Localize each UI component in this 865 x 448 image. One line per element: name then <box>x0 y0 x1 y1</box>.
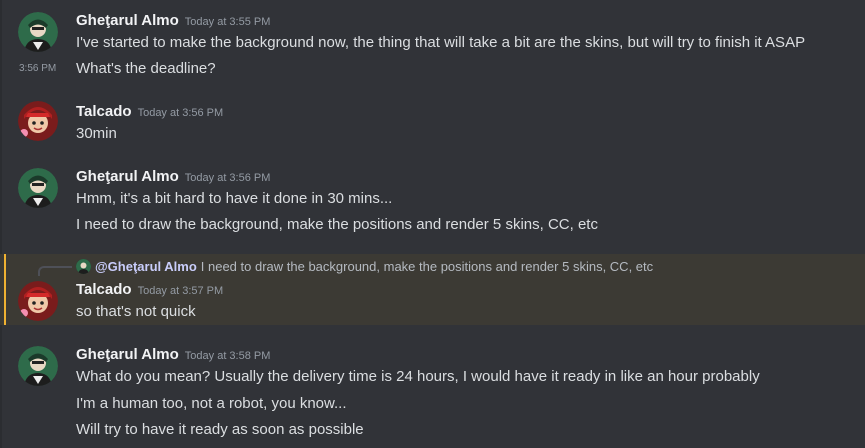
reply-accent-bar <box>4 254 6 325</box>
timestamp[interactable]: Today at 3:55 PM <box>185 16 271 28</box>
username[interactable]: Gheţarul Almo <box>76 346 179 363</box>
message-text: What do you mean? Usually the delivery t… <box>76 368 760 385</box>
message-text: I need to draw the background, make the … <box>76 216 598 233</box>
message-header: Gheţarul Almo Today at 3:58 PM <box>76 346 270 364</box>
reply-mention[interactable]: @Gheţarul Almo <box>95 259 197 274</box>
timestamp[interactable]: Today at 3:56 PM <box>185 172 271 184</box>
left-edge <box>0 0 2 448</box>
username[interactable]: Gheţarul Almo <box>76 12 179 29</box>
timestamp[interactable]: Today at 3:57 PM <box>138 285 224 297</box>
avatar[interactable] <box>18 101 58 141</box>
message-header: Talcado Today at 3:57 PM <box>76 281 223 299</box>
reply-avatar <box>76 259 91 274</box>
message-text: I've started to make the background now,… <box>76 34 806 51</box>
message-header: Talcado Today at 3:56 PM <box>76 103 223 121</box>
reply-spine <box>38 266 72 276</box>
message-header: Gheţarul Almo Today at 3:55 PM <box>76 12 270 30</box>
message-text: Hmm, it's a bit hard to have it done in … <box>76 190 393 207</box>
hover-timestamp[interactable]: 3:56 PM <box>19 63 56 74</box>
reply-reference[interactable]: @Gheţarul Almo I need to draw the backgro… <box>76 259 653 274</box>
username[interactable]: Talcado <box>76 103 132 120</box>
message-text: I'm a human too, not a robot, you know..… <box>76 395 347 412</box>
avatar[interactable] <box>18 168 58 208</box>
message-text: so that's not quick <box>76 303 196 320</box>
timestamp[interactable]: Today at 3:58 PM <box>185 350 271 362</box>
message-text: What's the deadline? <box>76 60 216 77</box>
username[interactable]: Gheţarul Almo <box>76 168 179 185</box>
avatar[interactable] <box>18 281 58 321</box>
message-header: Gheţarul Almo Today at 3:56 PM <box>76 168 270 186</box>
message-text: 30min <box>76 125 117 142</box>
reply-preview-text[interactable]: I need to draw the background, make the … <box>201 259 653 274</box>
message-text: Will try to have it ready as soon as pos… <box>76 421 364 438</box>
avatar[interactable] <box>18 346 58 386</box>
timestamp[interactable]: Today at 3:56 PM <box>138 107 224 119</box>
username[interactable]: Talcado <box>76 281 132 298</box>
avatar[interactable] <box>18 12 58 52</box>
